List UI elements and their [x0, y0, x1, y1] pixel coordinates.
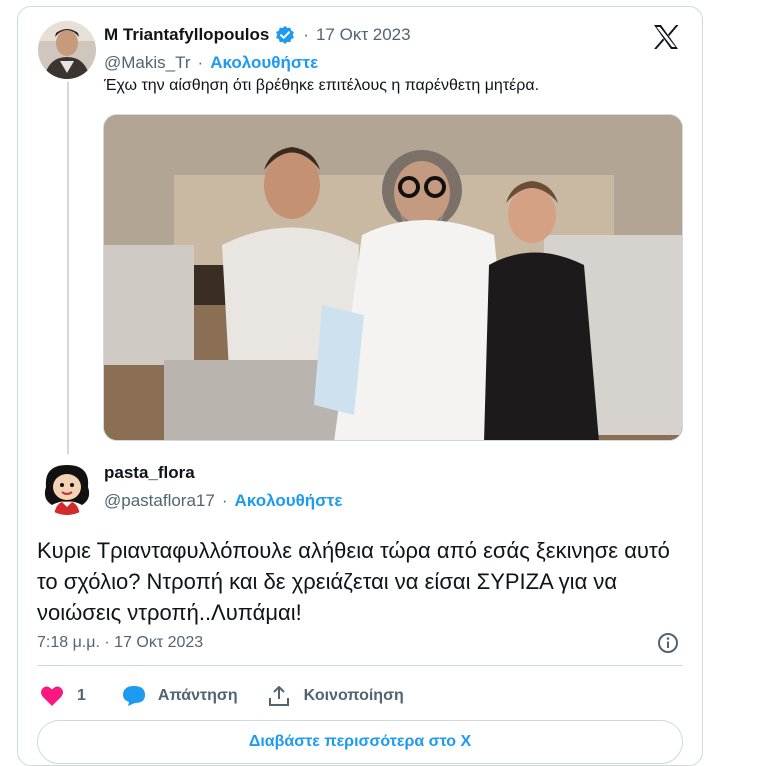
- share-label: Κοινοποίηση: [303, 687, 404, 704]
- reply-author-name[interactable]: pasta_flora: [104, 463, 195, 483]
- reply-label: Απάντηση: [157, 687, 238, 704]
- divider: [37, 665, 683, 666]
- share-upload-icon: [268, 685, 290, 707]
- separator-dot: ·: [197, 53, 204, 72]
- reply-text: Κυριε Τριανταφυλλόπουλε αλήθεια τώρα από…: [37, 538, 670, 625]
- thread-connector-line: [67, 82, 69, 454]
- reply-author-avatar[interactable]: [38, 457, 96, 515]
- tweet-text: Έχω την αίσθηση ότι βρέθηκε επιτέλους η …: [104, 77, 540, 94]
- verified-badge-icon: [275, 25, 295, 45]
- author-avatar[interactable]: [38, 21, 96, 79]
- reply-button[interactable]: Απάντηση: [122, 685, 238, 707]
- reply-author-handle[interactable]: @pastaflora17: [104, 491, 215, 511]
- info-icon[interactable]: [657, 632, 679, 654]
- share-button[interactable]: Κοινοποίηση: [268, 685, 404, 707]
- read-more-button[interactable]: Διαβάστε περισσότερα στο X: [37, 720, 683, 764]
- x-logo-icon[interactable]: [652, 24, 680, 50]
- reply-timestamp[interactable]: 7:18 μ.μ. · 17 Οκτ 2023: [37, 634, 203, 652]
- separator-dot: ·: [221, 491, 228, 510]
- separator-dot: ·: [303, 25, 309, 44]
- tweet-date[interactable]: 17 Οκτ 2023: [316, 25, 411, 45]
- heart-icon: [40, 685, 64, 707]
- follow-button[interactable]: Ακολουθήστε: [210, 53, 318, 73]
- tweet-photo[interactable]: [103, 114, 683, 441]
- like-count: 1: [77, 687, 86, 704]
- author-name[interactable]: M Triantafyllopoulos: [104, 25, 269, 45]
- reply-follow-button[interactable]: Ακολουθήστε: [235, 491, 343, 511]
- reply-bubble-icon: [122, 685, 146, 707]
- like-button[interactable]: 1: [40, 685, 86, 707]
- author-handle[interactable]: @Makis_Tr: [104, 53, 191, 73]
